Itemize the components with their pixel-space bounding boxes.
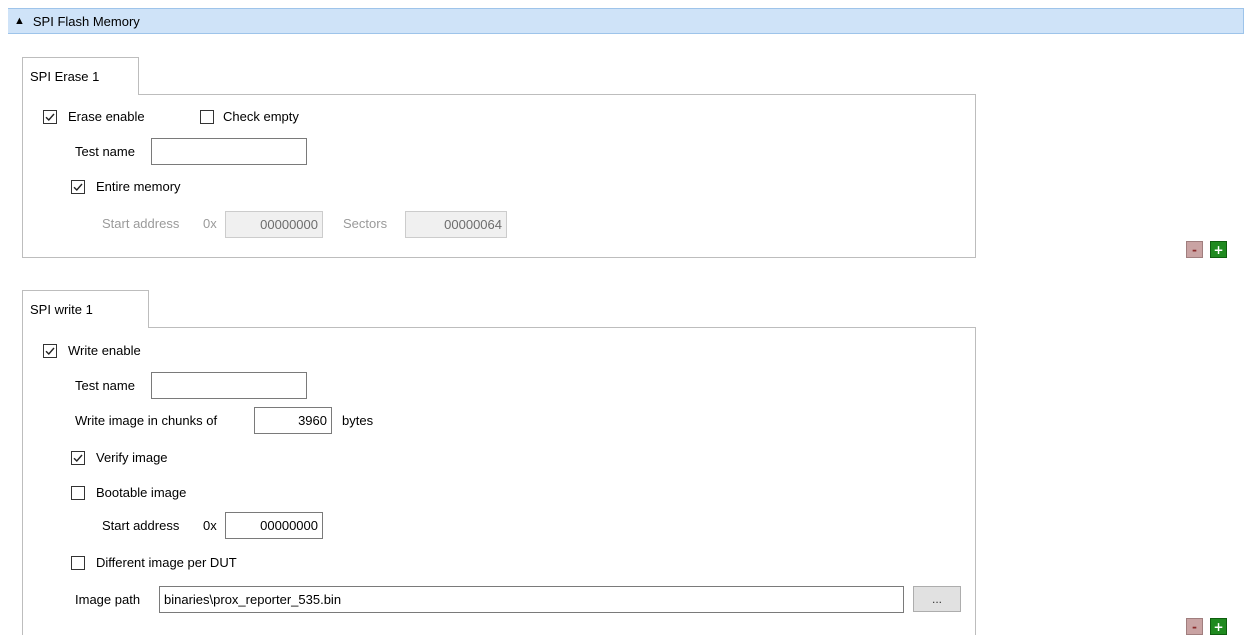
checkmark-icon [45,113,55,122]
checkmark-icon [73,183,83,192]
write-test-name-label: Test name [75,378,135,393]
section-title: SPI Flash Memory [32,13,140,29]
image-path-label: Image path [75,592,141,607]
tab-label: SPI write 1 [30,302,93,317]
bootable-image-label: Bootable image [96,485,187,500]
verify-image-label: Verify image [96,450,168,465]
verify-image-checkbox[interactable] [71,451,85,465]
tab-label: SPI Erase 1 [30,69,100,84]
write-start-address-input[interactable] [225,512,323,539]
checkmark-icon [45,347,55,356]
different-image-label: Different image per DUT [96,555,237,570]
image-path-input[interactable] [159,586,904,613]
chunks-input[interactable] [254,407,332,434]
check-empty-checkbox[interactable] [200,110,214,124]
erase-start-address-input[interactable] [225,211,323,238]
checkmark-icon [73,454,83,463]
chunks-unit-label: bytes [342,413,374,428]
write-enable-checkbox[interactable] [43,344,57,358]
erase-start-address-label: Start address [102,216,180,231]
remove-erase-button[interactable]: - [1186,241,1203,258]
write-enable-label: Write enable [68,343,141,358]
erase-enable-label: Erase enable [68,109,145,124]
different-image-checkbox[interactable] [71,556,85,570]
check-empty-label: Check empty [223,109,299,124]
add-write-button[interactable]: + [1210,618,1227,635]
browse-button[interactable]: ... [913,586,961,612]
add-erase-button[interactable]: + [1210,241,1227,258]
sectors-label: Sectors [343,216,388,231]
collapse-arrow-icon[interactable]: ▲ [14,15,25,27]
erase-start-address-prefix: 0x [203,216,217,231]
sectors-input[interactable] [405,211,507,238]
write-test-name-input[interactable] [151,372,307,399]
entire-memory-checkbox[interactable] [71,180,85,194]
erase-enable-checkbox[interactable] [43,110,57,124]
bootable-image-checkbox[interactable] [71,486,85,500]
section-header-spi-flash-memory[interactable]: ▲ SPI Flash Memory [8,8,1244,34]
write-start-address-prefix: 0x [203,518,217,533]
remove-write-button[interactable]: - [1186,618,1203,635]
erase-test-name-input[interactable] [151,138,307,165]
chunks-label: Write image in chunks of [75,413,218,428]
erase-test-name-label: Test name [75,144,135,159]
write-start-address-label: Start address [102,518,180,533]
entire-memory-label: Entire memory [96,179,181,194]
tab-spi-erase-1[interactable]: SPI Erase 1 [22,57,139,95]
tab-spi-write-1[interactable]: SPI write 1 [22,290,149,328]
